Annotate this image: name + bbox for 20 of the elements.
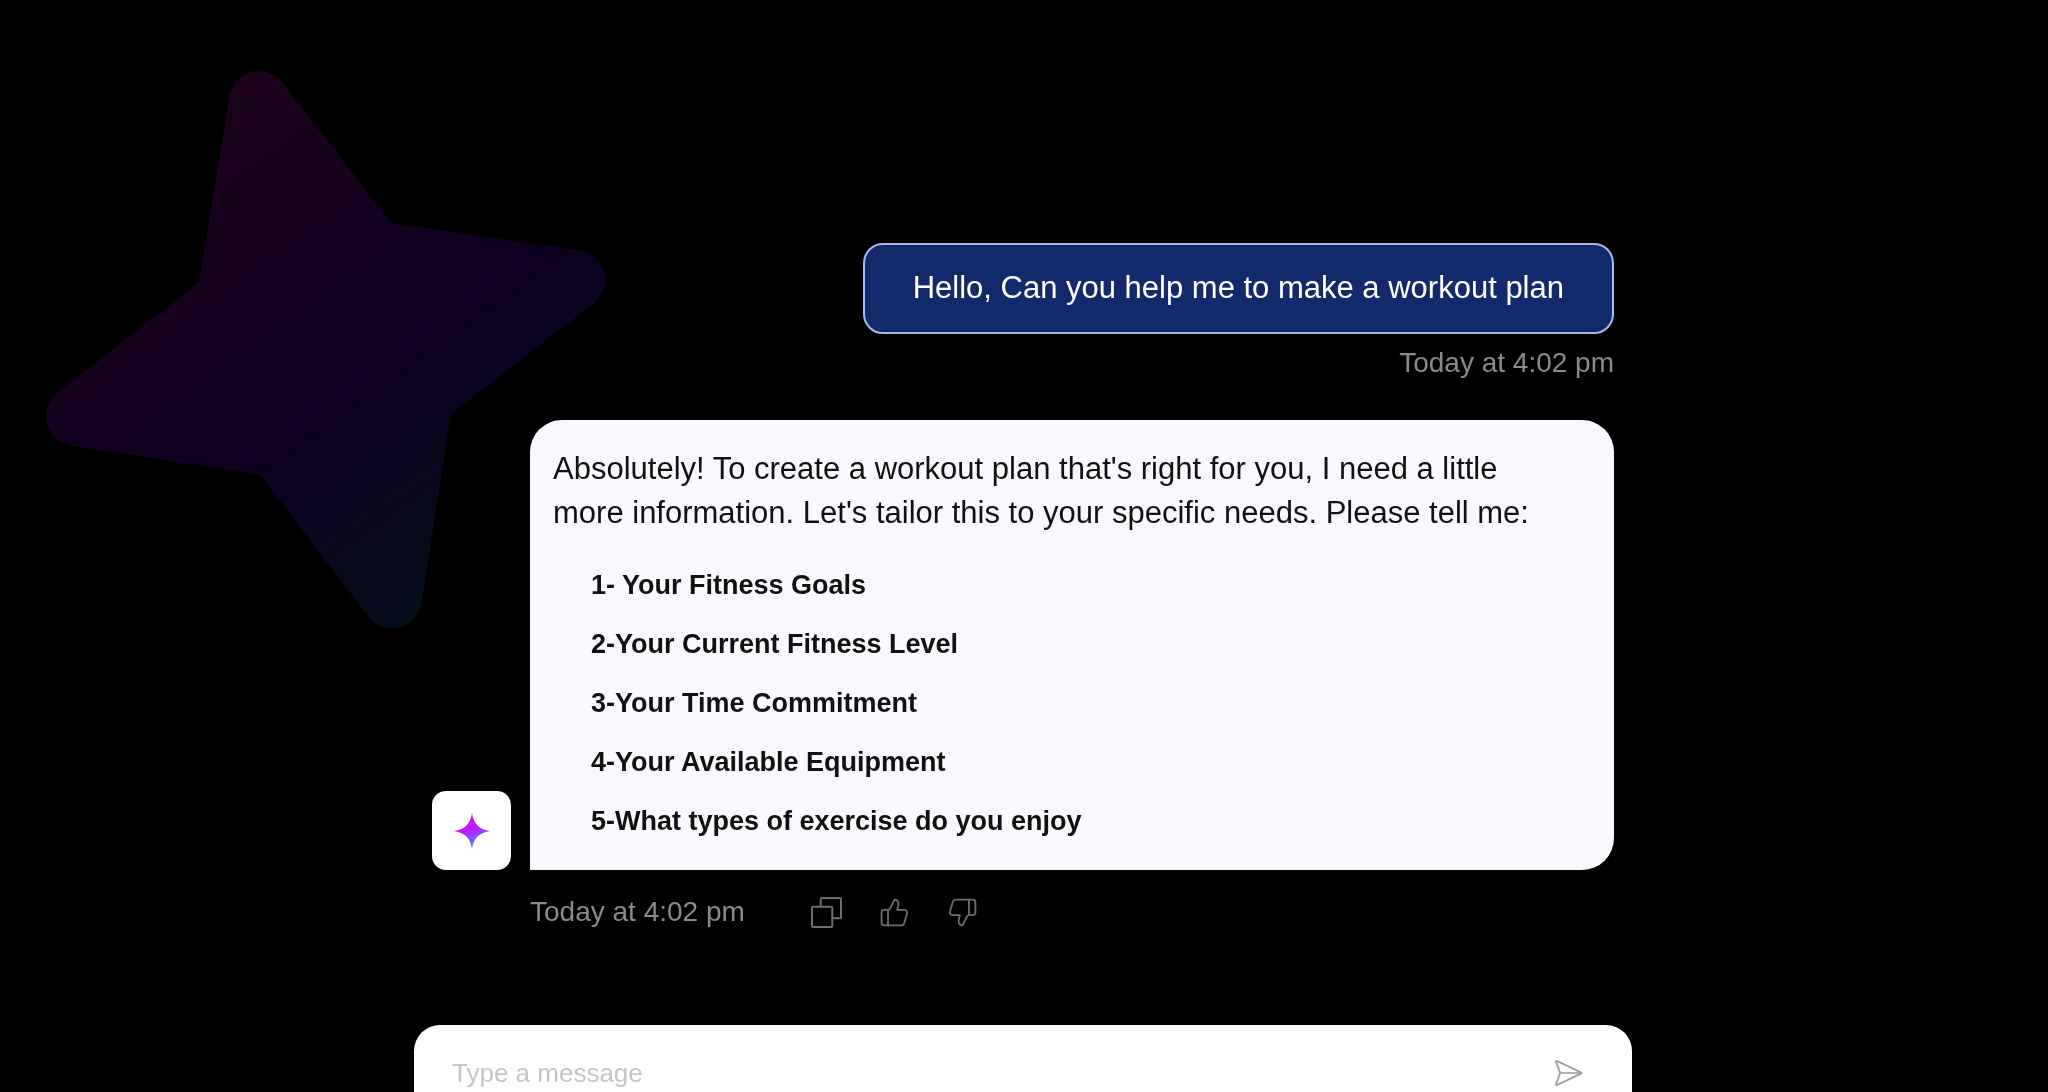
list-item: 3-Your Time Commitment <box>591 687 919 720</box>
copy-button[interactable] <box>810 896 842 928</box>
message-text: Absolutely! To create a workout plan that's right for you, I need a little more information. Let's tailor this to your specific needs. Please tell me: <box>553 450 1530 532</box>
thumbs-up-icon <box>878 896 910 928</box>
list-item: 2-Your Current Fitness Level <box>591 628 960 661</box>
dislike-button[interactable] <box>946 896 978 928</box>
sparkle-avatar-icon <box>432 791 511 870</box>
like-button[interactable] <box>878 896 910 928</box>
list-item: 5-What types of exercise do you enjoy <box>591 805 1083 838</box>
user-message: Hello, Can you help me to make a workout plan <box>862 243 1614 334</box>
send-button[interactable] <box>1552 1057 1584 1089</box>
message-timestamp: Today at 4:02 pm <box>530 896 745 928</box>
copy-icon <box>810 896 842 928</box>
message-input-field[interactable]: Type a message <box>452 1057 1552 1089</box>
composer-field[interactable]: Type a message <box>414 1025 1632 1092</box>
message-timestamp: Today at 4:02 pm <box>1399 347 1614 379</box>
list-item: 4-Your Available Equipment <box>591 746 947 779</box>
list-item: 1- Your Fitness Goals <box>591 569 868 602</box>
send-icon <box>1552 1057 1584 1089</box>
thumbs-down-icon <box>946 896 978 928</box>
